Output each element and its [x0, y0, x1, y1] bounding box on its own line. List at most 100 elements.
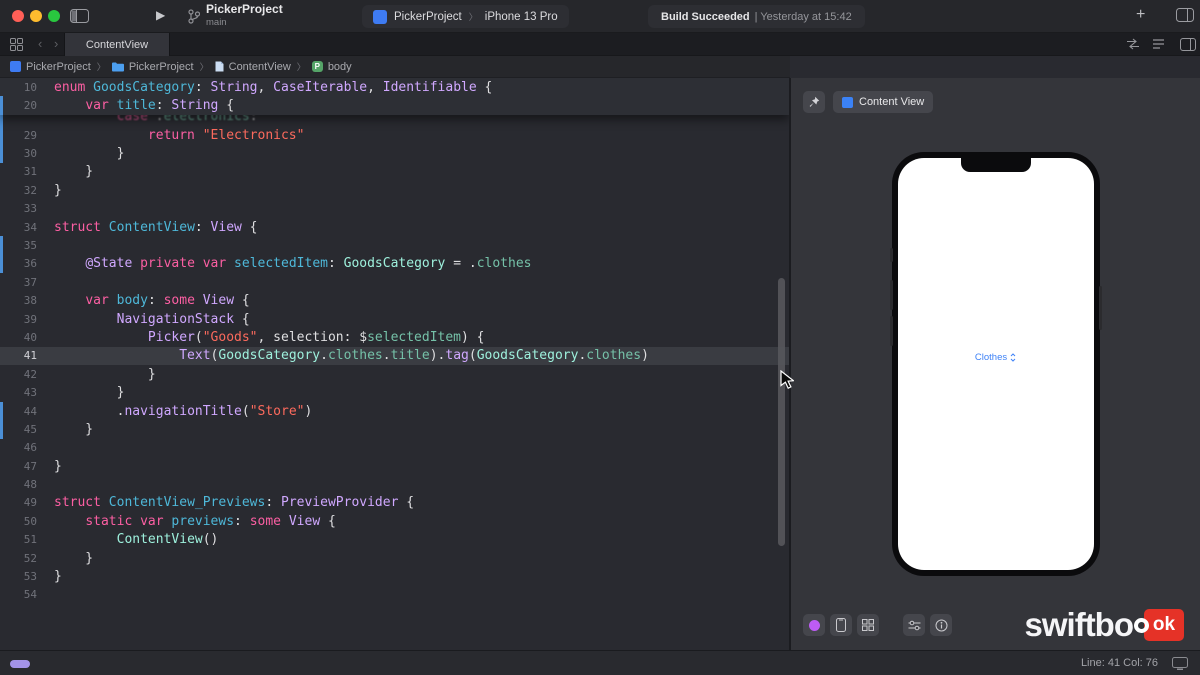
code-line[interactable]: 31 } — [0, 163, 789, 181]
run-button[interactable]: ▶ — [156, 8, 165, 22]
code-line[interactable]: 47} — [0, 457, 789, 475]
code-text[interactable]: struct ContentView_Previews: PreviewProv… — [46, 495, 414, 510]
breadcrumb-group[interactable]: PickerProject — [111, 61, 194, 73]
line-number[interactable]: 35 — [0, 239, 46, 252]
preview-info-button[interactable] — [930, 614, 952, 636]
line-number[interactable]: 33 — [0, 202, 46, 215]
code-text[interactable]: static var previews: some View { — [46, 514, 336, 529]
code-line[interactable]: 50 static var previews: some View { — [0, 512, 789, 530]
window-close-button[interactable] — [12, 10, 24, 22]
code-text[interactable]: NavigationStack { — [46, 312, 250, 327]
code-text[interactable]: } — [46, 385, 125, 400]
code-line[interactable]: 33 — [0, 200, 789, 218]
line-number[interactable]: 20 — [0, 99, 46, 112]
line-number[interactable]: 47 — [0, 460, 46, 473]
line-number[interactable]: 42 — [0, 368, 46, 381]
variants-button[interactable] — [803, 614, 825, 636]
editor-pane-icon[interactable] — [1180, 38, 1196, 51]
code-text[interactable]: } — [46, 459, 62, 474]
line-number[interactable]: 37 — [0, 276, 46, 289]
code-text[interactable]: ContentView() — [46, 532, 219, 547]
code-line[interactable]: 41 Text(GoodsCategory.clothes.title).tag… — [0, 346, 789, 366]
code-line[interactable]: 54 — [0, 586, 789, 604]
code-text[interactable]: } — [46, 367, 156, 382]
code-line[interactable]: 53} — [0, 567, 789, 585]
breadcrumb-project[interactable]: PickerProject — [10, 61, 91, 73]
code-line[interactable]: 43 } — [0, 383, 789, 401]
window-zoom-button[interactable] — [48, 10, 60, 22]
code-text[interactable]: var body: some View { — [46, 293, 249, 308]
adjust-editor-icon[interactable] — [1126, 38, 1140, 50]
code-text[interactable]: var title: String { — [46, 98, 234, 113]
run-destination[interactable]: iPhone 13 Pro — [485, 11, 558, 23]
code-text[interactable]: Text(GoodsCategory.clothes.title).tag(Go… — [46, 348, 649, 363]
go-back-icon[interactable]: ‹ — [38, 36, 42, 51]
code-text[interactable]: } — [46, 569, 62, 584]
line-number[interactable]: 43 — [0, 386, 46, 399]
line-number[interactable]: 39 — [0, 313, 46, 326]
line-number[interactable]: 52 — [0, 552, 46, 565]
activity-status[interactable]: Build Succeeded | Yesterday at 15:42 — [648, 5, 865, 28]
line-number[interactable]: 31 — [0, 165, 46, 178]
code-text[interactable]: return "Electronics" — [46, 128, 305, 143]
device-screen[interactable]: Clothes — [897, 158, 1094, 570]
display-icon[interactable] — [1172, 657, 1188, 670]
line-number[interactable]: 29 — [0, 129, 46, 142]
code-line[interactable]: 40 Picker("Goods", selection: $selectedI… — [0, 328, 789, 346]
code-text[interactable]: @State private var selectedItem: GoodsCa… — [46, 256, 531, 271]
line-number[interactable]: 51 — [0, 533, 46, 546]
code-text[interactable]: } — [46, 422, 93, 437]
line-number[interactable]: 44 — [0, 405, 46, 418]
grid-button[interactable] — [857, 614, 879, 636]
tab-overview-icon[interactable] — [10, 38, 23, 51]
jump-list-icon[interactable] — [1152, 38, 1165, 50]
code-line[interactable]: 30 } — [0, 144, 789, 163]
code-line[interactable]: 38 var body: some View { — [0, 292, 789, 310]
line-number[interactable]: 36 — [0, 257, 46, 270]
pin-preview-button[interactable] — [803, 91, 825, 113]
library-plus-button[interactable]: + — [1136, 6, 1145, 24]
code-text[interactable]: } — [46, 551, 93, 566]
active-scheme-block[interactable]: PickerProject main — [188, 3, 283, 29]
code-text[interactable]: } — [46, 146, 125, 161]
code-line[interactable]: 36 @State private var selectedItem: Good… — [0, 254, 789, 274]
code-editor[interactable]: case .electronics: 29 return "Electronics… — [0, 78, 789, 650]
code-line[interactable]: 48 — [0, 475, 789, 493]
line-number[interactable]: 38 — [0, 294, 46, 307]
code-text[interactable]: } — [46, 164, 93, 179]
breadcrumb-symbol[interactable]: P body — [311, 61, 352, 73]
code-line[interactable]: 32} — [0, 181, 789, 199]
preview-target-chip[interactable]: Content View — [833, 91, 934, 113]
line-number[interactable]: 30 — [0, 147, 46, 160]
code-line[interactable]: 44 .navigationTitle("Store") — [0, 401, 789, 421]
code-text[interactable]: Picker("Goods", selection: $selectedItem… — [46, 330, 485, 345]
line-number[interactable]: 32 — [0, 184, 46, 197]
line-number[interactable]: 34 — [0, 221, 46, 234]
code-line[interactable]: 10 enum GoodsCategory: String, CaseIterab… — [0, 78, 789, 96]
code-line[interactable]: 49 struct ContentView_Previews: PreviewPr… — [0, 494, 789, 512]
vertical-scrollbar[interactable] — [778, 278, 785, 546]
line-number[interactable]: 41 — [0, 349, 46, 362]
code-line[interactable]: 51 ContentView() — [0, 531, 789, 549]
go-forward-icon[interactable]: › — [54, 36, 58, 51]
line-number[interactable]: 49 — [0, 496, 46, 509]
code-text[interactable]: struct ContentView: View { — [46, 220, 258, 235]
line-number[interactable]: 46 — [0, 441, 46, 454]
device-bezel-button[interactable] — [830, 614, 852, 636]
code-line[interactable]: 52 } — [0, 549, 789, 567]
tab-contentview[interactable]: ContentView — [64, 33, 170, 56]
line-number[interactable]: 45 — [0, 423, 46, 436]
line-number[interactable]: 50 — [0, 515, 46, 528]
code-line[interactable]: 45 } — [0, 420, 789, 439]
code-line[interactable]: 42 } — [0, 365, 789, 383]
device-settings-button[interactable] — [903, 614, 925, 636]
code-line[interactable]: 35 — [0, 236, 789, 255]
navigator-toggle-icon[interactable] — [70, 9, 89, 23]
code-line[interactable]: 29 return "Electronics" — [0, 125, 789, 145]
line-number[interactable]: 10 — [0, 81, 46, 94]
code-line[interactable]: 20 var title: String { — [0, 96, 789, 115]
code-line[interactable]: 46 — [0, 439, 789, 457]
breadcrumb-file[interactable]: ContentView — [215, 61, 291, 73]
line-number[interactable]: 40 — [0, 331, 46, 344]
code-line[interactable]: 39 NavigationStack { — [0, 310, 789, 328]
